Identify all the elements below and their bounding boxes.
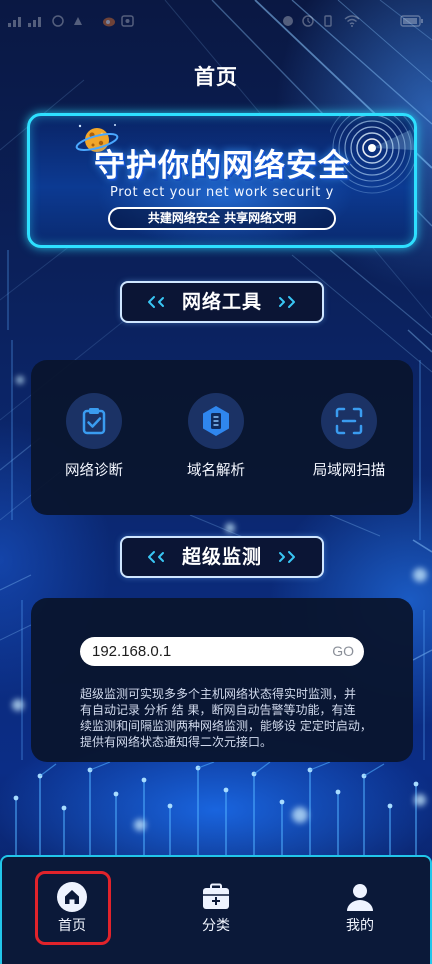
battery-icon [400,15,423,27]
tool-label: 网络诊断 [65,463,123,479]
description-line: 提供有网络状态通知得二次元接口。 [80,735,273,749]
nav-label: 我的 [346,918,374,934]
clipboard-check-icon [82,408,106,435]
ip-address-input[interactable] [92,637,312,666]
circuit-node [223,787,229,793]
signal-icon [28,17,41,27]
weibo-icon [103,17,115,27]
light-sparkle [12,699,24,711]
tool-network-diagnosis[interactable]: 网络诊断 [39,360,149,515]
nav-item-profile[interactable]: 我的 [322,871,398,945]
light-sparkle [414,794,426,806]
monitor-description: 超级监测可实现多多个主机网络状态得实时监测，并 有自动记录 分析 结 果，断网自… [80,686,400,750]
light-sparkle [134,819,146,831]
light-sparkle [16,376,24,384]
tool-lan-scan[interactable]: 局域网扫描 [294,360,404,515]
description-line: 有自动记录 分析 结 果，断网自动告警等功能，有连 [80,703,356,717]
tool-domain-resolve[interactable]: 域名解析 [161,360,271,515]
go-button[interactable]: GO [332,637,354,666]
tool-label: 局域网扫描 [312,463,386,479]
circuit-line [197,761,215,769]
circuit-node [279,799,285,805]
signal-icon [8,17,21,27]
ip-input-box: GO [80,637,364,666]
banner-slogan: 共建网络安全 共享网络文明 [108,207,336,230]
tool-icon-circle [321,393,377,449]
circuit-node [61,805,67,811]
vibrate-icon [324,15,332,27]
nav-label: 分类 [202,918,230,934]
light-sparkle [292,807,308,823]
circuit-line [363,763,385,777]
category-icon [200,881,232,913]
circuit-line [89,761,111,771]
nav-label: 首页 [58,918,86,934]
bottom-nav: 首页 分类 我的 [0,855,432,964]
circuit-line [253,761,271,775]
circuit-node [387,803,393,809]
light-ray [412,649,432,661]
notification-icon [52,15,64,27]
status-bar [0,0,432,40]
scan-icon [335,407,363,435]
notification-icon [74,17,82,25]
banner-title: 守护你的网络安全 [94,148,350,184]
light-sparkle [413,568,427,582]
double-chevron-right-icon [279,551,295,563]
nav-item-home[interactable]: 首页 [34,871,110,945]
alarm-icon [302,15,314,27]
tool-icon-circle [66,393,122,449]
light-ray [329,514,381,537]
light-ray [412,539,432,553]
description-line: 超级监测可实现多多个主机网络状态得实时监测，并 [80,687,357,701]
circuit-node [335,789,341,795]
gallery-icon [121,15,134,27]
circuit-line [39,763,57,777]
tools-card: 网络诊断 域名解析 局域网扫描 [31,360,413,515]
circuit-node [113,791,119,797]
monitor-card: GO 超级监测可实现多多个主机网络状态得实时监测，并 有自动记录 分析 结 果，… [31,598,413,762]
tool-label: 域名解析 [187,463,245,479]
nfc-icon [283,16,293,26]
user-icon [344,881,376,913]
home-icon [56,881,88,913]
light-ray [0,574,32,591]
security-banner: 守护你的网络安全 Prot ect your net work securit … [27,113,417,248]
light-ray [329,249,432,336]
circuit-node [141,777,147,783]
domain-resolve-icon [203,406,229,436]
section-header-tools: 网络工具 [120,281,324,323]
circuit-node [167,803,173,809]
circuit-line [309,761,331,771]
light-ray [0,624,32,641]
light-sparkle [225,523,235,533]
page-title: 首页 [194,65,238,89]
circuit-node [13,795,19,801]
circuit-node [413,781,419,787]
section-header-monitor: 超级监测 [120,536,324,578]
wifi-icon [344,15,360,27]
banner-subtitle: Prot ect your net work securit y [110,185,334,200]
light-ray [407,329,432,353]
nav-item-category[interactable]: 分类 [178,871,254,945]
double-chevron-right-icon [279,296,295,308]
tool-icon-circle [188,393,244,449]
description-line: 续监测和间隔监测两种网络监测，能够设 定定时启动， [80,719,372,733]
